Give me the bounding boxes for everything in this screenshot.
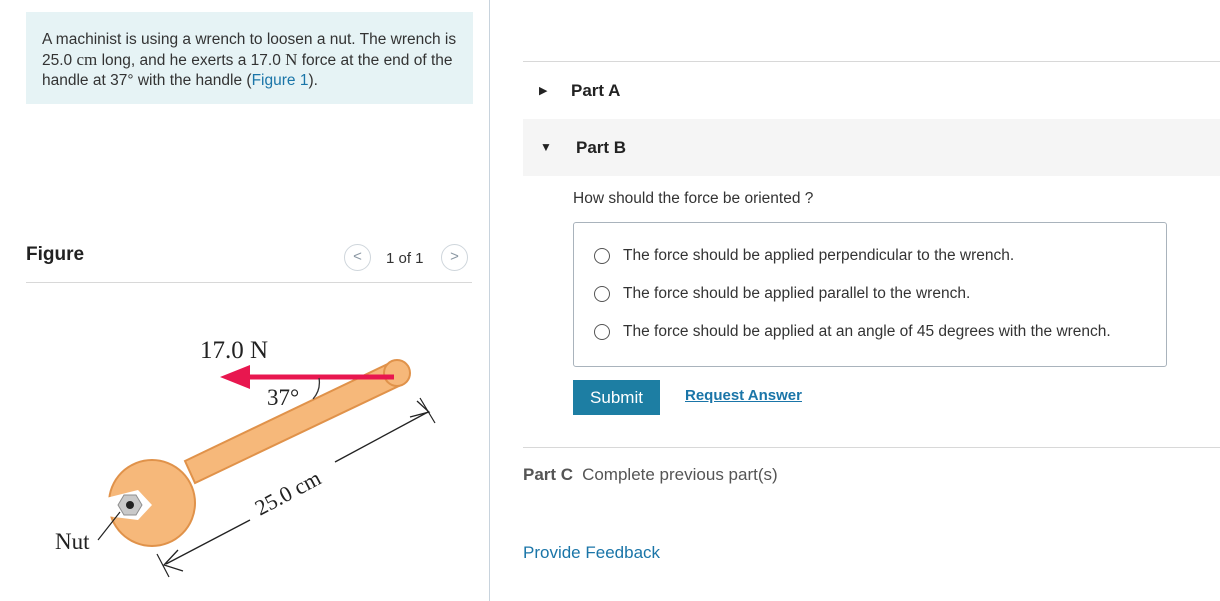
wrench-figure: 17.0 N 37° 25.0 cm Nut (55, 337, 436, 578)
next-figure-button[interactable]: > (441, 244, 468, 271)
option-label: The force should be applied perpendicula… (623, 247, 1015, 264)
option-label: The force should be applied parallel to … (623, 285, 971, 302)
part-c-status: Complete previous part(s) (582, 465, 778, 484)
request-answer-link[interactable]: Request Answer (685, 387, 802, 404)
chevron-right-icon: > (450, 248, 459, 265)
radio-button[interactable] (594, 324, 610, 340)
submit-button[interactable]: Submit (573, 380, 660, 415)
part-b-header[interactable]: ▼ Part B (523, 119, 1220, 176)
figure-link[interactable]: Figure 1 (252, 72, 309, 89)
divider (523, 447, 1220, 448)
figure-title: Figure (26, 244, 85, 265)
right-pane: ▶ Part A ▼ Part B How should the force b… (523, 0, 1220, 601)
option-45-degrees[interactable]: The force should be applied at an angle … (594, 321, 1111, 343)
part-a-header[interactable]: ▶ Part A (523, 62, 1220, 118)
figure-pager: 1 of 1 (386, 250, 424, 267)
angle-arc (312, 377, 321, 400)
part-b-label: Part B (576, 138, 627, 157)
question-prompt: How should the force be oriented ? (573, 190, 814, 207)
radio-button[interactable] (594, 248, 610, 264)
part-a-label: Part A (571, 81, 621, 100)
problem-text-4: ). (308, 72, 318, 89)
left-pane: A machinist is using a wrench to loosen … (0, 0, 490, 601)
problem-unit-cm: cm (76, 50, 98, 69)
angle-label: 37° (267, 385, 299, 410)
figure-header: Figure < 1 of 1 > (26, 236, 472, 283)
length-label: 25.0 cm (251, 465, 325, 520)
radio-button[interactable] (594, 286, 610, 302)
problem-statement: A machinist is using a wrench to loosen … (26, 12, 473, 104)
answer-options: The force should be applied perpendicula… (573, 222, 1167, 367)
problem-text-2: long, and he exerts a 17.0 (97, 52, 286, 69)
triangle-right-icon: ▶ (539, 85, 548, 97)
option-label: The force should be applied at an angle … (623, 323, 1111, 340)
nut-label: Nut (55, 529, 90, 554)
option-parallel[interactable]: The force should be applied parallel to … (594, 283, 970, 305)
provide-feedback-link[interactable]: Provide Feedback (523, 543, 660, 563)
problem-unit-n: N (285, 50, 298, 69)
wrench (106, 359, 411, 547)
part-c-label: Part C (523, 465, 574, 484)
part-c: Part C Complete previous part(s) (523, 465, 778, 485)
chevron-left-icon: < (353, 248, 362, 265)
previous-figure-button[interactable]: < (344, 244, 371, 271)
force-label: 17.0 N (200, 337, 268, 364)
option-perpendicular[interactable]: The force should be applied perpendicula… (594, 245, 1014, 267)
triangle-down-icon: ▼ (540, 140, 552, 154)
